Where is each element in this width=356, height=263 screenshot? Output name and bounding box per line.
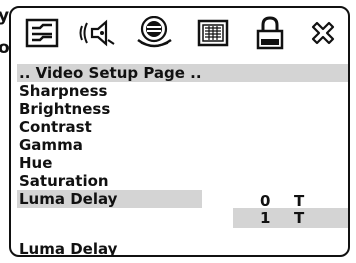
- exit-icon: [311, 21, 335, 45]
- setup-icon-bar: [11, 8, 348, 58]
- menu-item-gamma[interactable]: Gamma: [17, 136, 83, 154]
- password-setup-tab[interactable]: [245, 8, 295, 58]
- option-0-value[interactable]: 0: [260, 192, 270, 210]
- page-title: .. Video Setup Page ..: [17, 64, 348, 82]
- menu-item-saturation[interactable]: Saturation: [17, 172, 109, 190]
- menu-item-brightness[interactable]: Brightness: [17, 100, 110, 118]
- menu-item-luma-delay[interactable]: Luma Delay: [17, 190, 202, 208]
- video-setup-icon: [197, 19, 229, 47]
- dolby-disc-icon: [137, 16, 172, 48]
- option-0-unit: T: [294, 192, 305, 210]
- option-1-unit: T: [294, 209, 305, 227]
- exit-tab[interactable]: [299, 8, 347, 58]
- status-description: Luma Delay: [19, 240, 118, 257]
- lock-icon: [256, 16, 284, 50]
- menu-item-hue[interactable]: Hue: [17, 154, 52, 172]
- general-setup-tab[interactable]: [17, 8, 67, 58]
- video-setup-tab[interactable]: [187, 8, 239, 58]
- general-setup-icon: [25, 18, 59, 48]
- setup-menu-panel: .. Video Setup Page .. Sharpness Brightn…: [9, 6, 350, 257]
- option-1-value[interactable]: 1: [260, 209, 270, 227]
- audio-setup-tab[interactable]: [73, 8, 123, 58]
- menu-item-sharpness[interactable]: Sharpness: [17, 82, 107, 100]
- dolby-setup-tab[interactable]: [129, 8, 181, 58]
- edge-char-1: y: [0, 6, 10, 26]
- selected-option-highlight: [233, 208, 348, 228]
- audio-setup-icon: [79, 19, 115, 47]
- menu-item-contrast[interactable]: Contrast: [17, 118, 92, 136]
